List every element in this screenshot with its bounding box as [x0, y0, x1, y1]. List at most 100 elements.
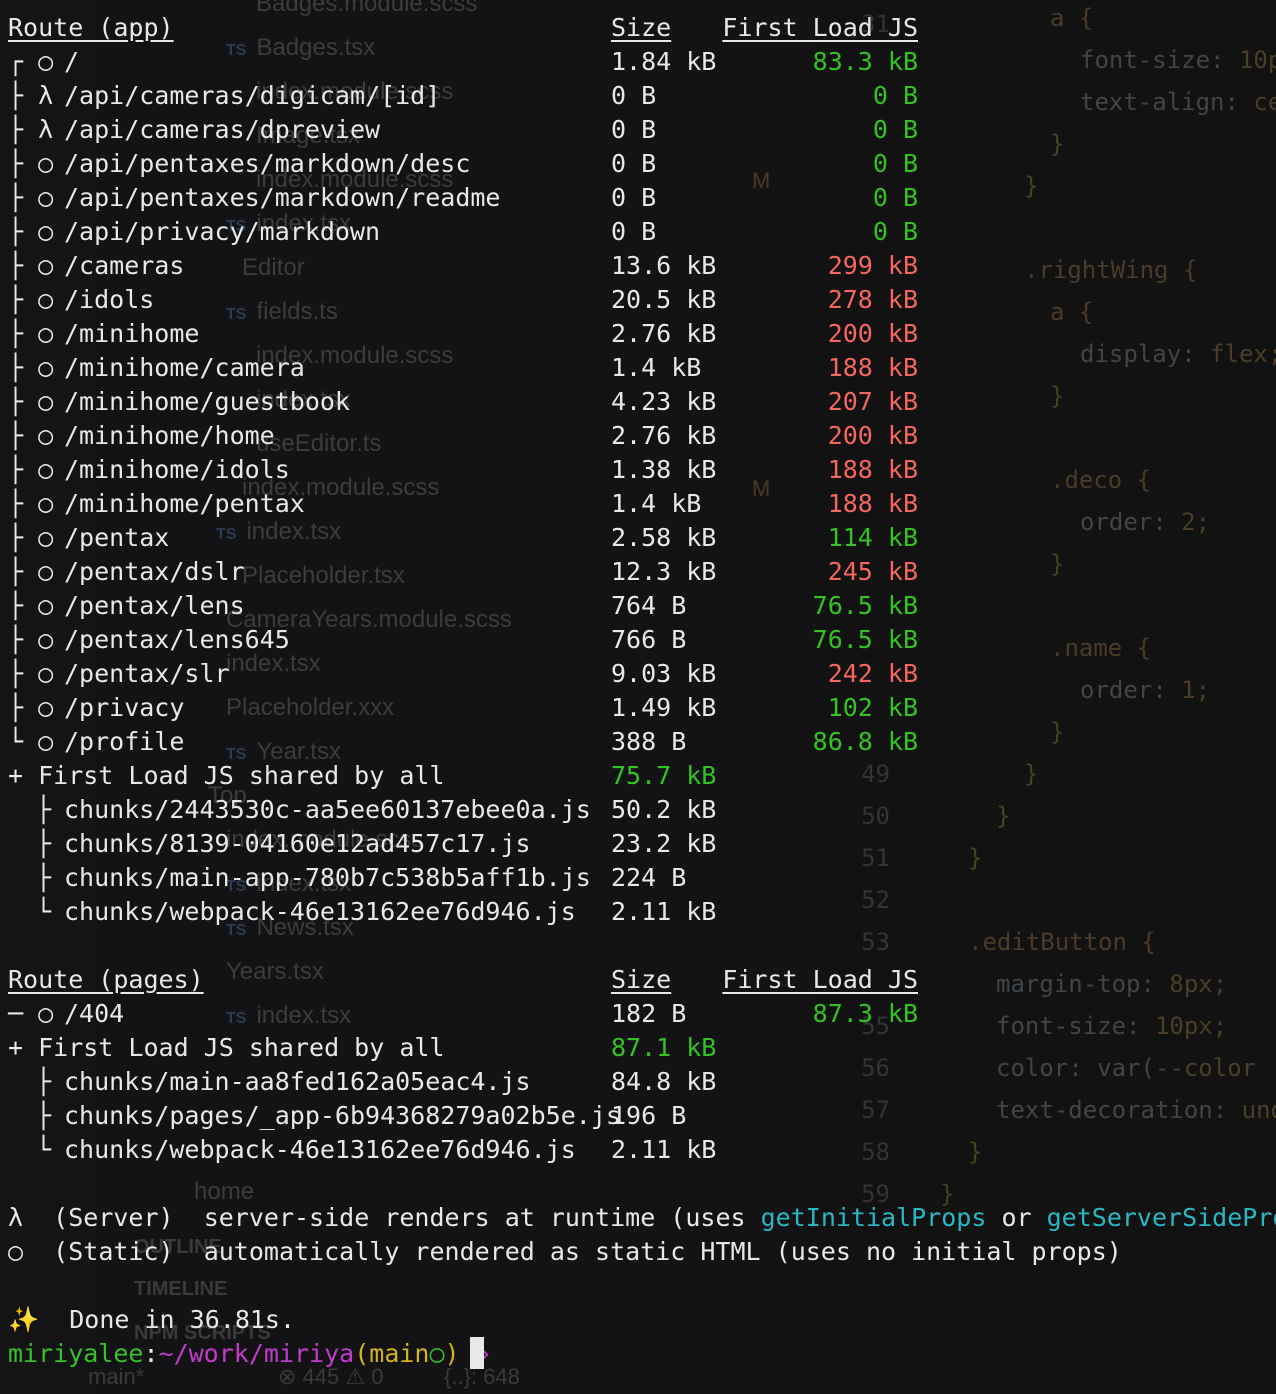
route-tree-marker: ─ ○: [8, 999, 54, 1028]
done-message: ✨ Done in 36.81s.: [8, 1305, 296, 1334]
route-path: /minihome/guestbook: [64, 387, 350, 416]
shared-js-total: 75.7 kB: [611, 761, 717, 790]
route-size: 182 B: [611, 999, 687, 1028]
route-tree-marker: ├ ○: [8, 251, 54, 280]
route-tree-marker: ├ ○: [8, 591, 54, 620]
route-path: /profile: [64, 727, 185, 756]
route-size: 1.84 kB: [611, 47, 717, 76]
route-first-load: 102 kB: [827, 693, 918, 722]
route-size: 766 B: [611, 625, 687, 654]
chunk-size: 2.11 kB: [611, 897, 717, 926]
route-size: 0 B: [611, 149, 657, 178]
terminal[interactable]: Route (app) Size First Load JS ┌ ○ / 1.84 kB 8…: [0, 0, 1276, 1394]
route-size: 0 B: [611, 115, 657, 144]
route-first-load: 245 kB: [827, 557, 918, 586]
column-header-first-load: First Load JS: [722, 13, 918, 42]
chunk-tree-marker: └: [36, 897, 52, 926]
route-first-load: 114 kB: [827, 523, 918, 552]
chunk-name: chunks/webpack-46e13162ee76d946.js: [64, 897, 576, 926]
getinitialprops-keyword: getInitialProps: [760, 1203, 987, 1232]
column-header-first-load: First Load JS: [722, 965, 918, 994]
chunk-name: chunks/main-app-780b7c538b5aff1b.js: [64, 863, 591, 892]
route-first-load: 0 B: [872, 81, 918, 110]
route-path: /minihome/home: [64, 421, 275, 450]
chunk-tree-marker: └: [36, 1135, 52, 1164]
route-path: /pentax: [64, 523, 170, 552]
chunk-size: 50.2 kB: [611, 795, 717, 824]
route-path: /idols: [64, 285, 155, 314]
column-header-route: Route (app): [8, 13, 174, 42]
route-path: /minihome/idols: [64, 455, 290, 484]
chunk-name: chunks/main-aa8fed162a05eac4.js: [64, 1067, 531, 1096]
route-size: 0 B: [611, 217, 657, 246]
route-tree-marker: ├ ○: [8, 557, 54, 586]
route-path: /api/privacy/markdown: [64, 217, 381, 246]
route-size: 388 B: [611, 727, 687, 756]
route-first-load: 0 B: [872, 115, 918, 144]
route-tree-marker: ├ ○: [8, 455, 54, 484]
route-tree-marker: ├ ○: [8, 659, 54, 688]
chunk-size: 23.2 kB: [611, 829, 717, 858]
route-tree-marker: ├ ○: [8, 183, 54, 212]
chunk-name: chunks/8139-04160e12ad457c17.js: [64, 829, 531, 858]
route-first-load: 299 kB: [827, 251, 918, 280]
chunk-tree-marker: ├: [36, 863, 52, 892]
route-tree-marker: ┌ ○: [8, 47, 54, 76]
route-size: 1.4 kB: [611, 489, 702, 518]
route-tree-marker: ├ ○: [8, 625, 54, 654]
route-tree-marker: ├ ○: [8, 285, 54, 314]
chunk-name: chunks/pages/_app-6b94368279a02b5e.js: [64, 1101, 621, 1130]
route-path: /pentax/dslr: [64, 557, 245, 586]
chunk-size: 2.11 kB: [611, 1135, 717, 1164]
shell-prompt: miriyalee:~/work/miriya(main○) »: [8, 1339, 490, 1368]
route-tree-marker: ├ ○: [8, 489, 54, 518]
route-size: 1.4 kB: [611, 353, 702, 382]
sparkles-icon: ✨: [8, 1305, 40, 1334]
chunk-size: 196 B: [611, 1101, 687, 1130]
route-path: /: [64, 47, 80, 76]
route-size: 2.76 kB: [611, 421, 717, 450]
route-tree-marker: └ ○: [8, 727, 54, 756]
route-path: /api/cameras/dpreview: [64, 115, 381, 144]
route-size: 9.03 kB: [611, 659, 717, 688]
route-tree-marker: ├ ○: [8, 387, 54, 416]
chunk-name: chunks/2443530c-aa5ee60137ebee0a.js: [64, 795, 591, 824]
legend-server: λ (Server) server-side renders at runtim…: [8, 1201, 1276, 1235]
route-path: /pentax/lens645: [64, 625, 290, 654]
chunk-tree-marker: ├: [36, 1101, 52, 1130]
route-first-load: 278 kB: [827, 285, 918, 314]
route-tree-marker: ├ λ: [8, 115, 54, 144]
column-header-route: Route (pages): [8, 965, 204, 994]
route-first-load: 0 B: [872, 183, 918, 212]
route-path: /api/pentaxes/markdown/readme: [64, 183, 501, 212]
route-tree-marker: ├ ○: [8, 319, 54, 348]
route-path: /api/cameras/digicam/[id]: [64, 81, 441, 110]
route-first-load: 0 B: [872, 217, 918, 246]
route-path: /minihome: [64, 319, 200, 348]
route-size: 2.76 kB: [611, 319, 717, 348]
route-first-load: 188 kB: [827, 353, 918, 382]
shared-js-total: 87.1 kB: [611, 1033, 717, 1062]
route-path: /api/pentaxes/markdown/desc: [64, 149, 471, 178]
chunk-size: 84.8 kB: [611, 1067, 717, 1096]
chunk-name: chunks/webpack-46e13162ee76d946.js: [64, 1135, 576, 1164]
route-size: 13.6 kB: [611, 251, 717, 280]
route-path: /minihome/pentax: [64, 489, 305, 518]
chunk-tree-marker: ├: [36, 829, 52, 858]
route-size: 764 B: [611, 591, 687, 620]
route-first-load: 86.8 kB: [812, 727, 918, 756]
terminal-cursor[interactable]: [470, 1337, 484, 1369]
column-header-size: Size: [611, 13, 672, 42]
route-size: 12.3 kB: [611, 557, 717, 586]
route-first-load: 188 kB: [827, 489, 918, 518]
route-first-load: 207 kB: [827, 387, 918, 416]
route-size: 4.23 kB: [611, 387, 717, 416]
route-first-load: 188 kB: [827, 455, 918, 484]
route-path: /404: [64, 999, 125, 1028]
route-tree-marker: ├ ○: [8, 149, 54, 178]
shared-js-label: + First Load JS shared by all: [8, 761, 445, 790]
route-path: /cameras: [64, 251, 185, 280]
route-tree-marker: ├ ○: [8, 217, 54, 246]
route-size: 1.49 kB: [611, 693, 717, 722]
route-size: 20.5 kB: [611, 285, 717, 314]
